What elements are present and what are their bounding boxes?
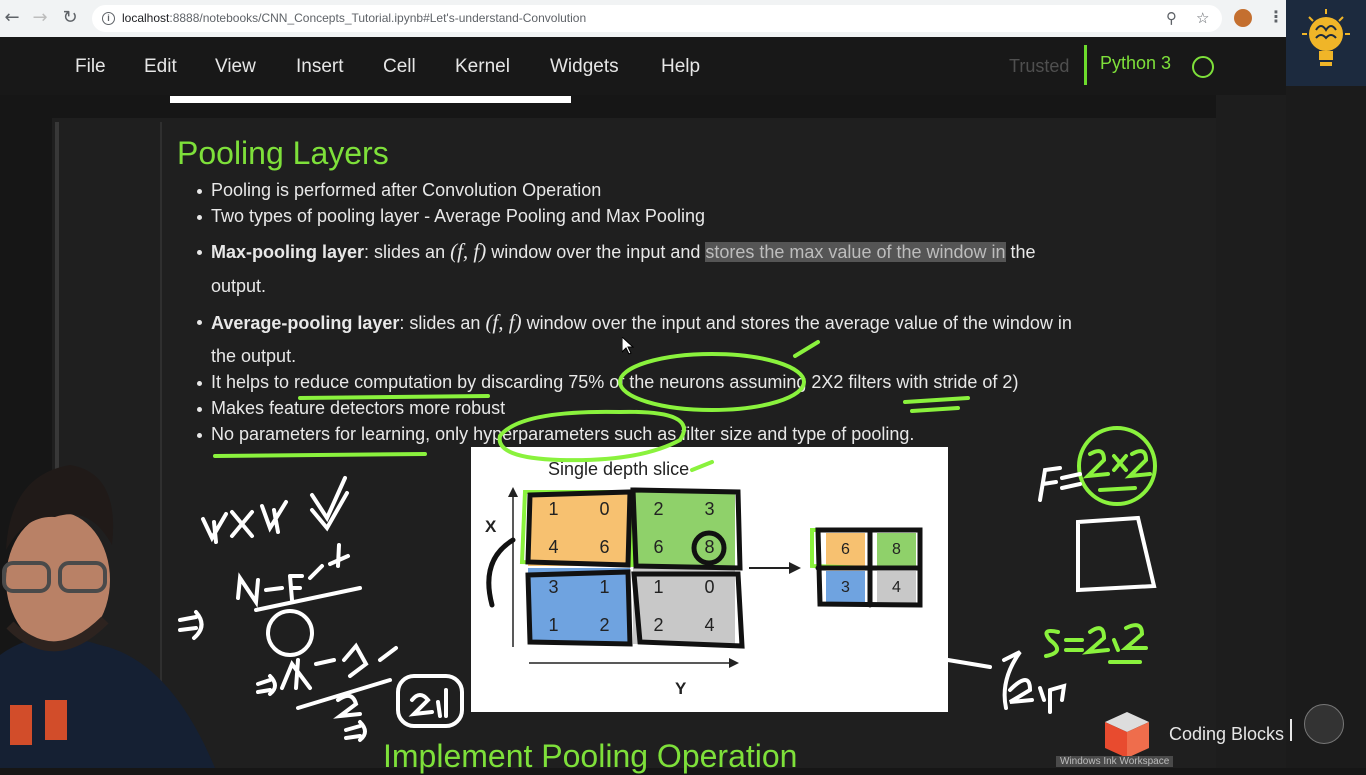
bullet-3-mid: window over the input and xyxy=(486,242,706,262)
brain-bulb-icon xyxy=(1302,9,1350,66)
menu-file[interactable]: File xyxy=(75,56,106,78)
zoom-icon[interactable]: ⚲ xyxy=(1166,9,1177,27)
output-cell: 4 xyxy=(877,571,916,604)
output-cell: 3 xyxy=(826,571,865,604)
grid-cell: 1 xyxy=(633,568,684,606)
kernel-status-icon xyxy=(1192,56,1214,78)
kernel-separator xyxy=(1084,45,1087,85)
pooling-figure: Single depth slice X Y 1 0 2 3 4 6 6 8 3… xyxy=(471,447,948,712)
menu-kernel[interactable]: Kernel xyxy=(455,56,510,78)
output-cell: 8 xyxy=(877,533,916,566)
presenter-webcam xyxy=(0,465,215,768)
grid-cell: 2 xyxy=(633,606,684,644)
bullet-dot xyxy=(197,189,202,194)
bullet-3-math: (f, f) xyxy=(450,239,487,263)
bullet-6: Makes feature detectors more robust xyxy=(211,398,506,418)
bullet-4-line-2: the output. xyxy=(211,346,297,366)
bullet-4-pre: : slides an xyxy=(399,313,486,333)
bullet-4-bold: Average-pooling layer xyxy=(211,313,400,333)
bullet-5: It helps to reduce computation by discar… xyxy=(211,372,1019,392)
bullet-7: No parameters for learning, only hyperpa… xyxy=(211,424,915,444)
channel-name: Coding Blocks xyxy=(1169,724,1285,744)
reload-icon[interactable]: ↻ xyxy=(60,8,80,28)
bullet-dot xyxy=(197,320,202,325)
presenter-avatar xyxy=(1304,704,1344,744)
mouse-cursor-icon xyxy=(622,337,634,355)
info-icon[interactable]: i xyxy=(102,12,115,25)
profile-avatar[interactable] xyxy=(1234,9,1252,27)
menu-insert[interactable]: Insert xyxy=(296,56,344,78)
grid-cell: 2 xyxy=(633,490,684,528)
page-title: Pooling Layers xyxy=(177,135,389,171)
output-cell: 6 xyxy=(826,533,865,566)
address-bar[interactable]: i localhost:8888/notebooks/CNN_Concepts_… xyxy=(92,5,1222,32)
page-scroll-area[interactable] xyxy=(1216,95,1286,768)
bullet-3-pre: : slides an xyxy=(364,242,451,262)
bullet-3-post: the xyxy=(1005,242,1036,262)
grid-cell: 6 xyxy=(633,528,684,566)
grid-cell: 0 xyxy=(684,568,735,606)
bullet-4-post: window over the input and stores the ave… xyxy=(521,313,1072,333)
browser-toolbar: ← → ↻ i localhost:8888/notebooks/CNN_Con… xyxy=(0,0,1286,38)
menu-edit[interactable]: Edit xyxy=(144,56,177,78)
grid-cell: 3 xyxy=(684,490,735,528)
brand-separator xyxy=(1290,719,1292,741)
bullet-1: Pooling is performed after Convolution O… xyxy=(211,180,602,200)
side-strip xyxy=(1286,86,1366,768)
bullet-3-bold: Max-pooling layer xyxy=(211,242,365,262)
grid-cell: 1 xyxy=(528,606,579,644)
grid-cell: 3 xyxy=(528,568,579,606)
jupyter-menubar: File Edit View Insert Cell Kernel Widget… xyxy=(0,37,1286,95)
grid-cell: 4 xyxy=(684,606,735,644)
kernel-name[interactable]: Python 3 xyxy=(1100,53,1171,74)
bullet-3-highlight: stores the max value of the window in xyxy=(705,242,1006,262)
coding-blocks-logo-icon xyxy=(1105,712,1149,758)
back-icon[interactable]: ← xyxy=(2,8,22,28)
grid-cell: 2 xyxy=(579,606,630,644)
bullet-dot xyxy=(197,433,202,438)
menu-kebab-icon[interactable]: ⋮ xyxy=(1268,7,1284,26)
bullet-dot xyxy=(197,381,202,386)
forward-icon[interactable]: → xyxy=(30,8,50,28)
grid-cell: 8 xyxy=(684,528,735,566)
ink-workspace-watermark: Windows Ink Workspace xyxy=(1056,756,1174,767)
grid-cell: 6 xyxy=(579,528,630,566)
menu-widgets[interactable]: Widgets xyxy=(550,56,619,78)
grid-cell: 4 xyxy=(528,528,579,566)
bullet-3-line-2: output. xyxy=(211,276,267,296)
bullet-2: Two types of pooling layer - Average Poo… xyxy=(211,206,705,226)
toolbar-strip xyxy=(170,96,571,103)
bullet-dot xyxy=(197,250,202,255)
bullet-3: Max-pooling layer: slides an (f, f) wind… xyxy=(211,239,1036,264)
grid-cell: 1 xyxy=(579,568,630,606)
star-icon[interactable]: ☆ xyxy=(1196,9,1209,27)
channel-logo xyxy=(1286,0,1366,86)
bullet-dot xyxy=(197,407,202,412)
bullet-4-math: (f, f) xyxy=(485,310,522,334)
bullet-4: Average-pooling layer: slides an (f, f) … xyxy=(211,310,1072,335)
bullet-dot xyxy=(197,215,202,220)
menu-view[interactable]: View xyxy=(215,56,256,78)
menu-help[interactable]: Help xyxy=(661,56,700,78)
url-text: localhost:8888/notebooks/CNN_Concepts_Tu… xyxy=(122,11,587,25)
grid-cell: 1 xyxy=(528,490,579,528)
grid-cell: 0 xyxy=(579,490,630,528)
menu-cell[interactable]: Cell xyxy=(383,56,416,78)
next-section-heading: Implement Pooling Operation xyxy=(383,738,798,774)
trusted-indicator[interactable]: Trusted xyxy=(1009,56,1069,77)
